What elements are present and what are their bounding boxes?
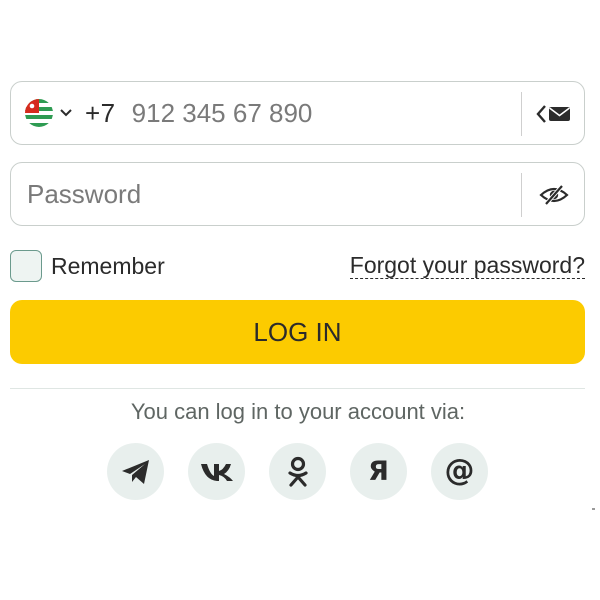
odnoklassniki-icon bbox=[287, 456, 308, 487]
odnoklassniki-login-button[interactable] bbox=[269, 443, 326, 500]
forgot-password-link[interactable]: Forgot your password? bbox=[349, 252, 585, 279]
login-button[interactable]: LOG IN bbox=[10, 300, 585, 364]
vk-icon bbox=[200, 463, 233, 481]
abkhazia-flag-icon bbox=[25, 99, 53, 127]
phone-field: +7 bbox=[10, 81, 585, 145]
telegram-icon bbox=[121, 459, 149, 484]
yandex-login-button[interactable]: Я bbox=[350, 443, 407, 500]
toggle-password-visibility-button[interactable] bbox=[536, 179, 572, 211]
yandex-icon: Я bbox=[368, 456, 389, 487]
section-divider bbox=[10, 388, 585, 389]
mail-login-button[interactable]: @ bbox=[431, 443, 488, 500]
field-divider bbox=[521, 92, 522, 136]
telegram-login-button[interactable] bbox=[107, 443, 164, 500]
eye-off-icon bbox=[539, 184, 569, 206]
phone-input[interactable] bbox=[131, 97, 472, 129]
vk-login-button[interactable] bbox=[188, 443, 245, 500]
password-field bbox=[10, 162, 585, 226]
password-input[interactable] bbox=[27, 178, 507, 210]
remember-me[interactable]: Remember bbox=[10, 250, 165, 282]
field-divider bbox=[521, 173, 522, 217]
remember-label: Remember bbox=[51, 252, 165, 279]
remember-checkbox[interactable] bbox=[10, 250, 42, 282]
switch-to-email-icon bbox=[536, 105, 570, 123]
country-selector[interactable] bbox=[25, 99, 73, 127]
chevron-down-icon bbox=[60, 109, 72, 117]
social-login-heading: You can log in to your account via: bbox=[130, 399, 466, 424]
social-login-row: Я @ bbox=[107, 443, 488, 500]
mail-at-icon: @ bbox=[444, 452, 475, 488]
country-code: +7 bbox=[85, 97, 116, 128]
edge-artifact bbox=[592, 508, 595, 510]
switch-to-email-button[interactable] bbox=[536, 98, 572, 130]
